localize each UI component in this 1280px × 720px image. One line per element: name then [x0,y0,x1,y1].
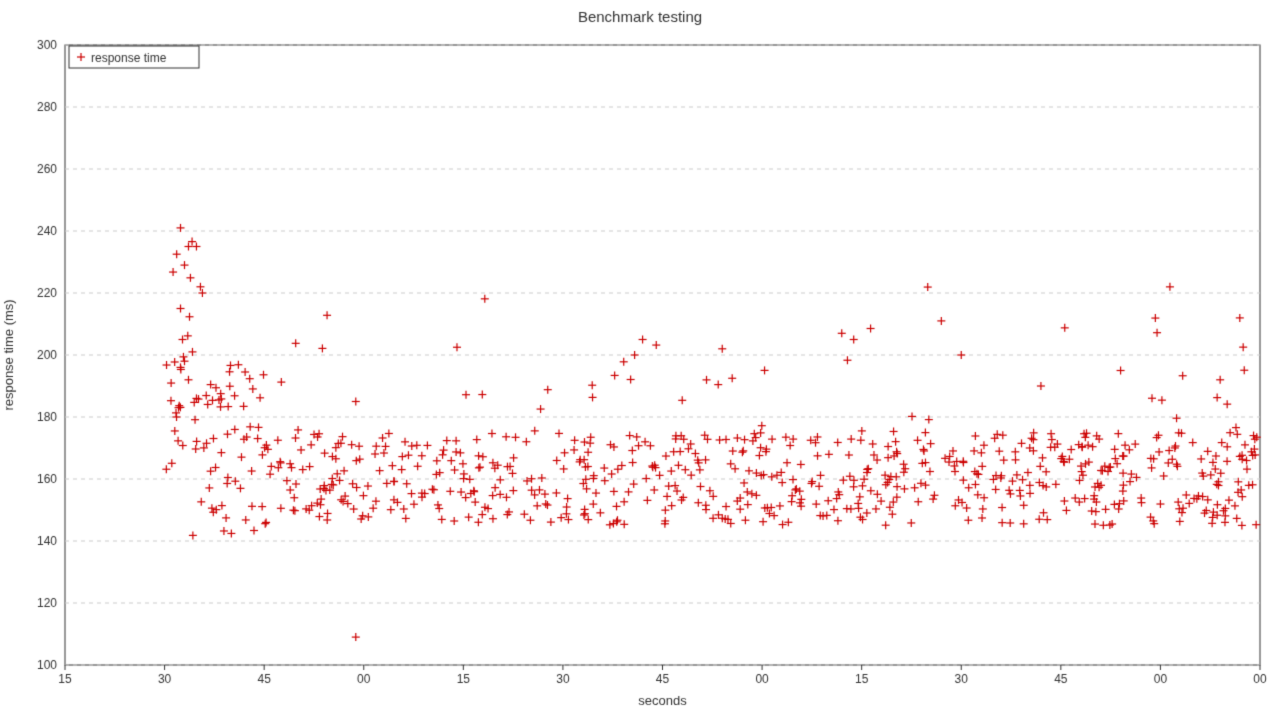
chart-container [0,0,1280,720]
